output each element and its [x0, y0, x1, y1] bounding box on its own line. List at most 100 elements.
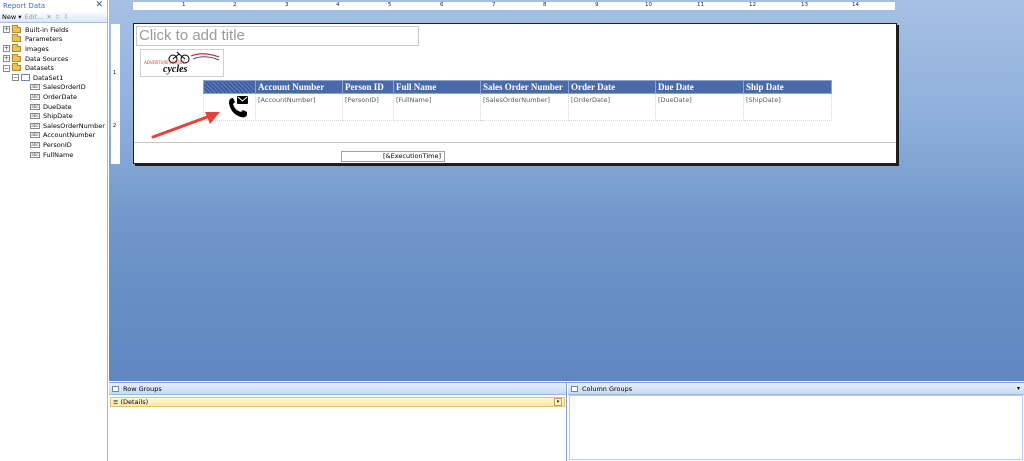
folder-icon — [12, 43, 21, 52]
horizontal-ruler: 1 2 3 4 5 6 7 8 9 10 11 12 13 14 — [133, 2, 895, 10]
new-dropdown-arrow-icon: ▾ — [18, 13, 22, 21]
move-down-icon[interactable]: ⇩ — [63, 13, 68, 21]
column-groups-icon — [571, 386, 578, 392]
column-header[interactable]: Person ID — [342, 80, 394, 94]
tree-item-parameters[interactable]: Parameters — [0, 34, 107, 45]
field-icon: abc — [30, 103, 40, 110]
expand-icon[interactable]: + — [3, 26, 10, 34]
tree-item-datasets[interactable]: − Datasets — [0, 63, 107, 73]
field-item[interactable]: abc SalesOrderID — [0, 83, 107, 93]
ruler-number: 2 — [113, 123, 117, 129]
details-dropdown-icon[interactable]: ▾ — [554, 398, 562, 406]
panel-toolbar: New ▾ Edit... ✕ ⇧ ⇩ — [0, 12, 107, 23]
collapse-icon[interactable]: − — [12, 74, 19, 82]
ruler-number: 1 — [113, 70, 117, 76]
table-cell[interactable]: [DueDate] — [655, 93, 744, 121]
field-label: DueDate — [43, 102, 72, 111]
row-groups-pane: Row Groups ≡ (Details) ▾ — [109, 383, 567, 461]
field-icon: abc — [30, 122, 40, 129]
grouping-menu-dropdown-icon[interactable]: ▾ — [1017, 383, 1020, 395]
page-footer-divider — [134, 142, 896, 143]
move-up-icon[interactable]: ⇧ — [55, 13, 60, 21]
folder-icon — [12, 34, 21, 43]
delete-icon[interactable]: ✕ — [46, 13, 51, 21]
report-tablix[interactable]: Account Number Person ID Full Name Sales… — [203, 80, 832, 121]
field-label: SalesOrderNumber — [43, 121, 105, 130]
field-item[interactable]: abc DueDate — [0, 102, 107, 112]
tree-item-built-in-fields[interactable]: + Built-in Fields — [0, 24, 107, 35]
annotation-arrow-icon — [151, 112, 220, 139]
row-groups-label: Row Groups — [123, 385, 162, 393]
table-cell[interactable]: [ShipDate] — [743, 93, 832, 121]
field-icon: abc — [30, 113, 40, 120]
ruler-number: 10 — [645, 2, 652, 8]
execution-time-textbox[interactable]: [&ExecutionTime] — [341, 151, 445, 162]
design-canvas[interactable]: 1 2 3 4 5 6 7 8 9 10 11 12 13 14 1 2 Cli… — [109, 0, 1024, 381]
table-cell[interactable]: [SalesOrderNumber] — [480, 93, 569, 121]
new-button[interactable]: New ▾ — [2, 13, 22, 21]
details-group-item[interactable]: ≡ (Details) ▾ — [110, 397, 565, 407]
expand-icon[interactable]: + — [3, 55, 10, 63]
tree-label: Datasets — [25, 64, 54, 73]
folder-icon — [12, 53, 21, 62]
logo-cycles-text: cycles — [163, 64, 188, 75]
field-icon: abc — [30, 132, 40, 139]
table-cell[interactable]: [PersonID] — [342, 93, 394, 121]
table-row: [AccountNumber] [PersonID] [FullName] [S… — [203, 93, 832, 121]
ruler-number: 4 — [336, 2, 340, 8]
column-groups-pane: Column Groups ▾ — [568, 383, 1024, 461]
report-data-tree: + Built-in Fields Parameters + Images + … — [0, 23, 107, 159]
field-item[interactable]: abc PersonID — [0, 140, 107, 150]
column-header[interactable]: Due Date — [655, 80, 744, 94]
ruler-number: 8 — [543, 2, 547, 8]
ruler-number: 7 — [492, 2, 496, 8]
vertical-ruler: 1 2 — [111, 24, 120, 164]
column-groups-label: Column Groups — [582, 385, 633, 393]
tree-item-dataset1[interactable]: − DataSet1 — [0, 73, 107, 83]
ruler-number: 12 — [749, 2, 756, 8]
collapse-icon[interactable]: − — [3, 64, 10, 72]
field-item[interactable]: abc AccountNumber — [0, 131, 107, 141]
ruler-number: 1 — [182, 2, 186, 8]
field-label: OrderDate — [43, 92, 78, 101]
tree-label: DataSet1 — [33, 73, 64, 82]
tree-label: Data Sources — [25, 54, 69, 63]
row-groups-icon — [112, 386, 119, 392]
column-header[interactable]: Sales Order Number — [480, 80, 569, 94]
ruler-number: 3 — [285, 2, 289, 8]
report-title-placeholder[interactable]: Click to add title — [136, 26, 419, 46]
ruler-number: 6 — [440, 2, 444, 8]
edit-button[interactable]: Edit... — [25, 13, 44, 21]
field-label: ShipDate — [43, 112, 73, 121]
field-icon: abc — [30, 141, 40, 148]
field-icon: abc — [30, 151, 40, 158]
column-header[interactable]: Order Date — [568, 80, 656, 94]
table-cell[interactable]: [FullName] — [393, 93, 481, 121]
tree-item-images[interactable]: + Images — [0, 43, 107, 54]
table-cell[interactable]: [AccountNumber] — [255, 93, 343, 121]
field-icon: abc — [30, 93, 40, 100]
column-header[interactable]: Account Number — [255, 80, 343, 94]
tree-label: Images — [25, 44, 49, 53]
company-logo-image[interactable]: ADVENTURE WORKS cycles — [140, 49, 224, 77]
expand-icon[interactable]: + — [3, 45, 10, 53]
table-header-row: Account Number Person ID Full Name Sales… — [203, 80, 832, 94]
panel-title: Report Data ✕ — [0, 0, 107, 12]
field-item[interactable]: abc SalesOrderNumber — [0, 121, 107, 131]
column-groups-list[interactable] — [569, 395, 1023, 460]
field-icon: abc — [30, 84, 40, 91]
ruler-number: 11 — [697, 2, 704, 8]
field-label: AccountNumber — [43, 131, 96, 140]
ruler-number: 5 — [388, 2, 392, 8]
column-header[interactable]: Ship Date — [743, 80, 832, 94]
field-item[interactable]: abc ShipDate — [0, 111, 107, 121]
panel-title-text: Report Data — [3, 2, 46, 10]
column-header[interactable]: Full Name — [393, 80, 481, 94]
row-handle-corner[interactable] — [203, 80, 256, 94]
field-item[interactable]: abc FullName — [0, 150, 107, 160]
report-body[interactable]: Click to add title ADVENTURE WORKS cycle… — [133, 23, 897, 164]
table-cell[interactable]: [OrderDate] — [568, 93, 656, 121]
tree-item-data-sources[interactable]: + Data Sources — [0, 53, 107, 64]
field-item[interactable]: abc OrderDate — [0, 92, 107, 102]
close-icon[interactable]: ✕ — [95, 0, 103, 11]
